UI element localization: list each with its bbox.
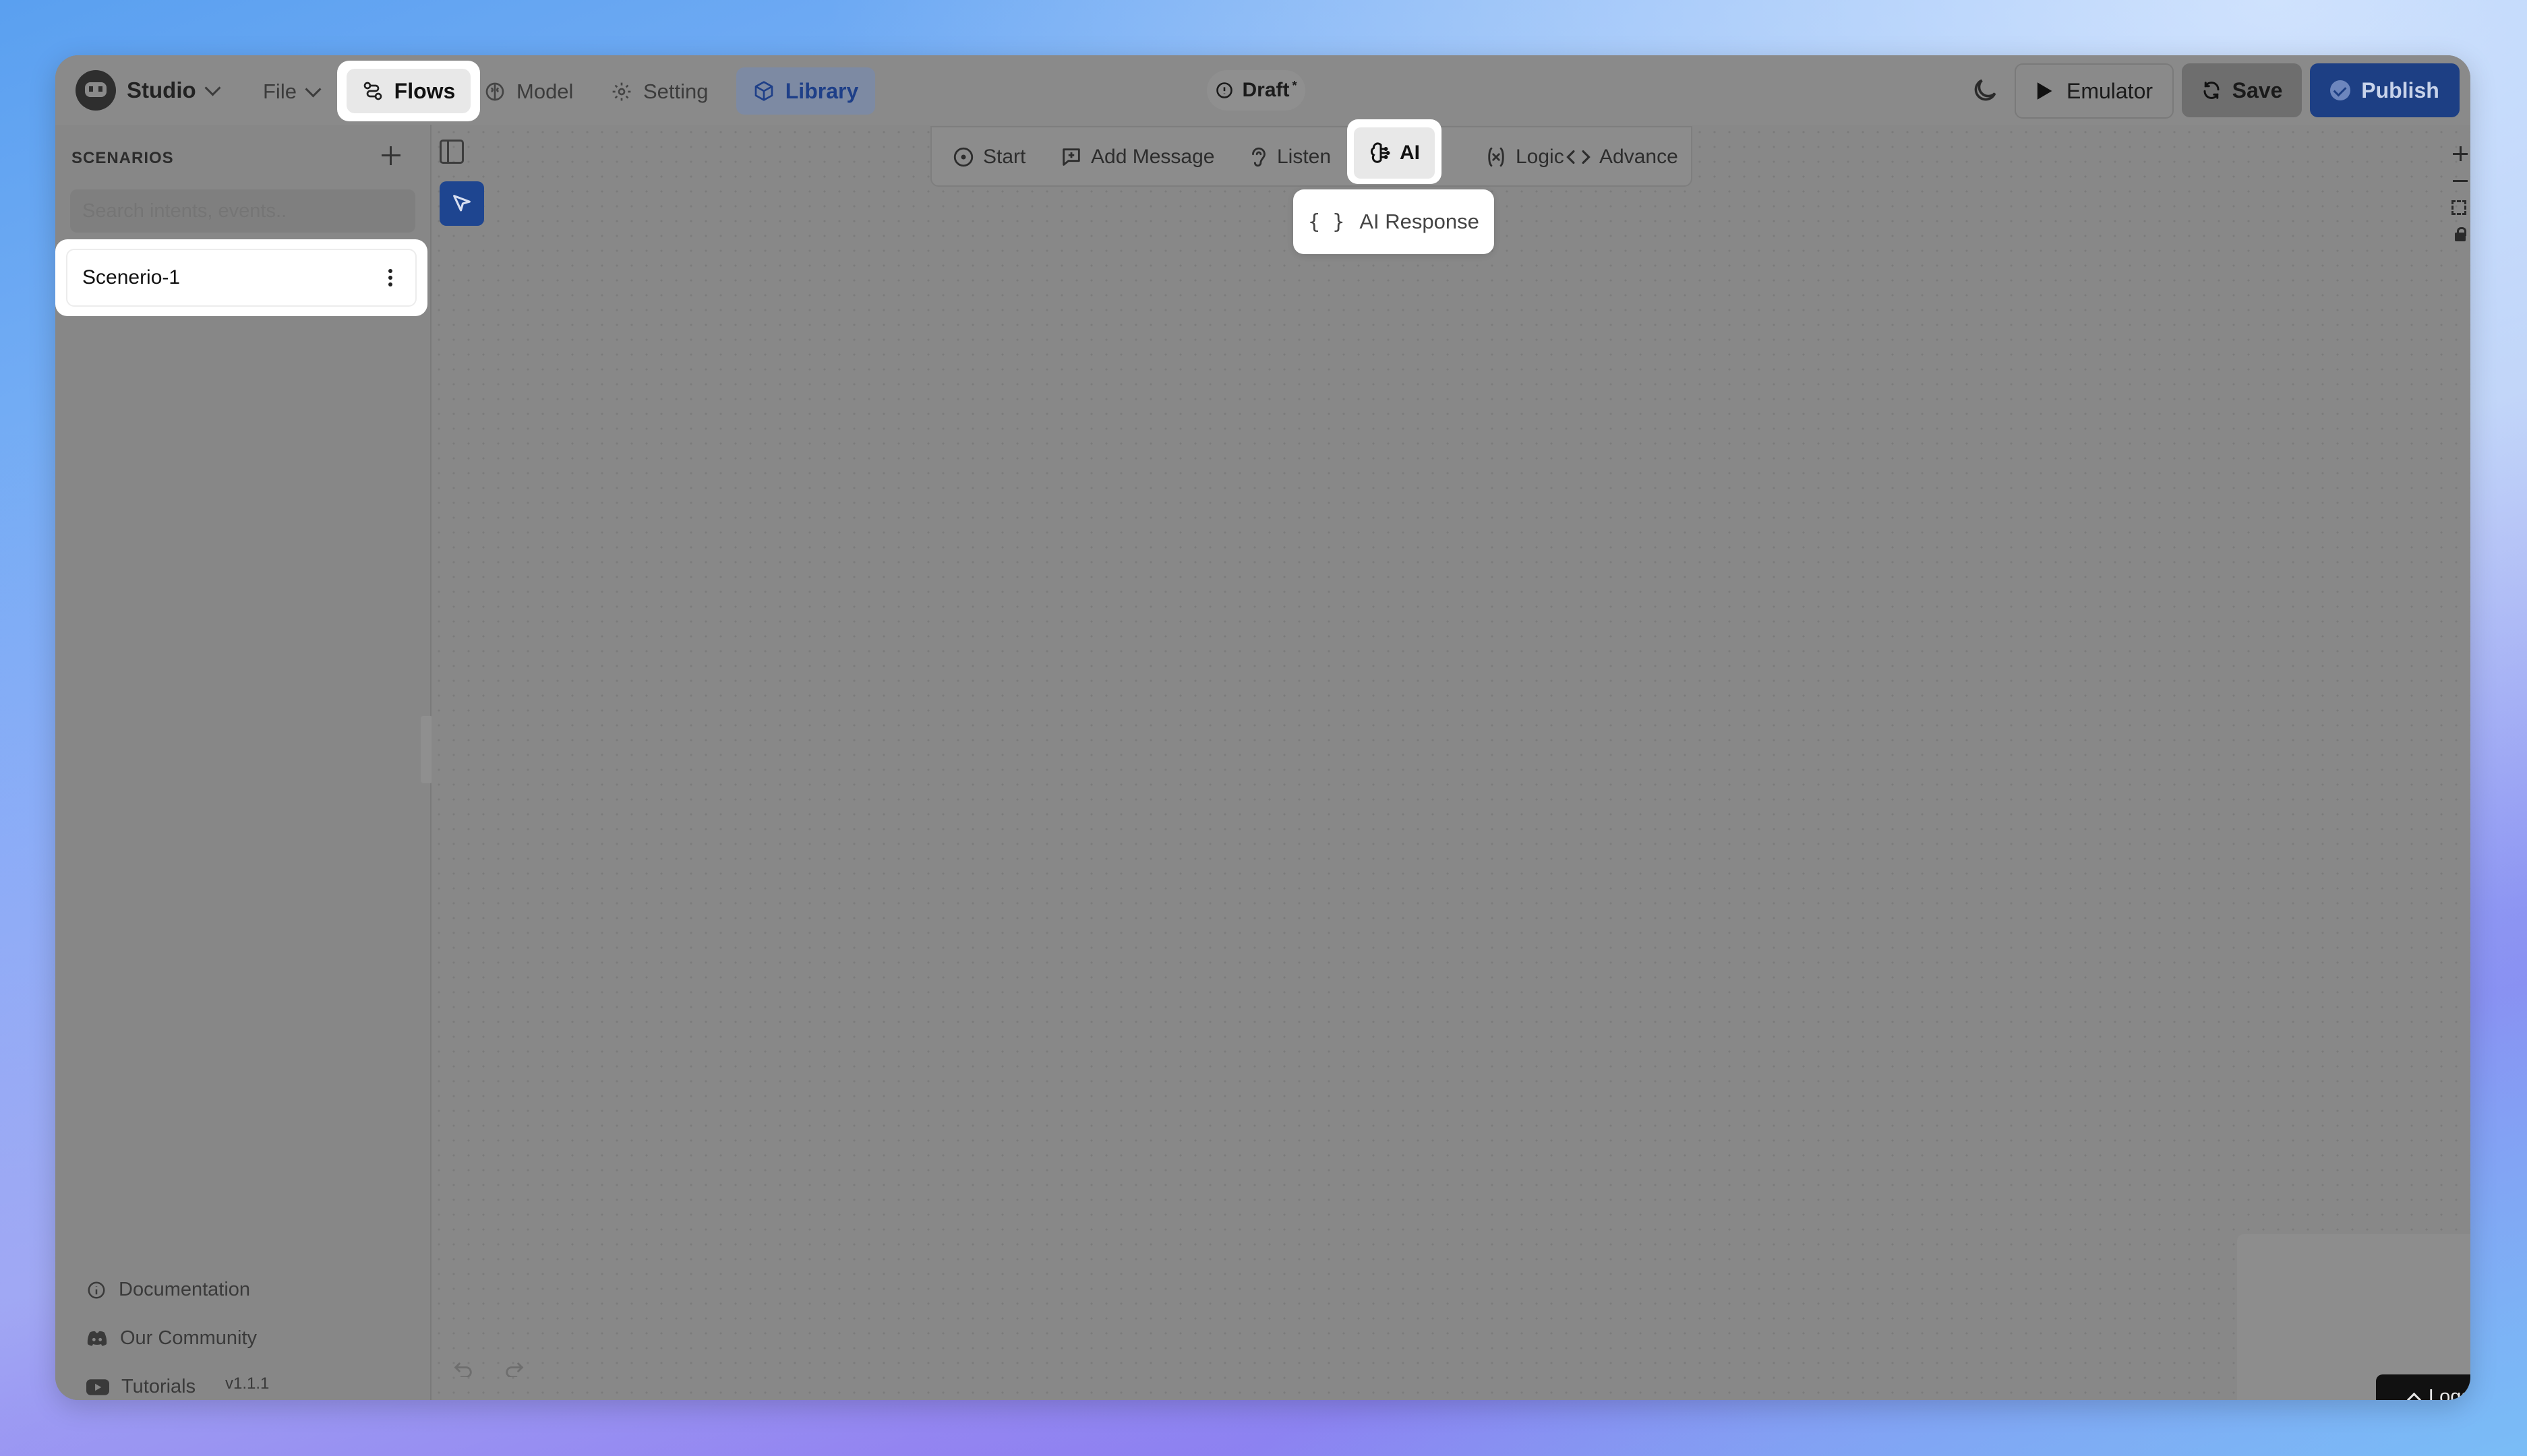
node-toolbar: Start Add Message Listen Logic Advance <box>930 126 1692 187</box>
nav-library-label: Library <box>785 78 859 103</box>
zoom-in-icon[interactable] <box>2451 145 2469 162</box>
ear-icon <box>1252 147 1266 167</box>
save-label: Save <box>2232 78 2283 102</box>
toolbar-advance-label: Advance <box>1599 146 1678 168</box>
nav-model-label: Model <box>516 80 574 103</box>
scenario-item[interactable]: Scenerio-1 <box>66 249 417 307</box>
play-icon <box>2037 82 2052 100</box>
draft-status-badge: Draft * <box>1207 70 1305 111</box>
cursor-icon <box>453 195 471 212</box>
lock-icon[interactable] <box>2451 226 2469 243</box>
nav-library[interactable]: Library <box>736 67 875 115</box>
file-menu[interactable]: File <box>263 77 322 107</box>
toolbar-start-label: Start <box>983 146 1026 168</box>
tutorials-link[interactable]: Tutorials <box>86 1376 196 1398</box>
toolbar-logic[interactable]: Logic <box>1485 140 1564 175</box>
undo-icon[interactable] <box>452 1360 475 1377</box>
info-icon <box>1216 82 1233 98</box>
search-input[interactable] <box>70 189 415 233</box>
toolbar-logic-label: Logic <box>1516 146 1564 168</box>
emulator-button[interactable]: Emulator <box>2015 63 2174 119</box>
theme-toggle[interactable] <box>1970 75 2000 105</box>
tutorials-label: Tutorials <box>121 1376 196 1397</box>
info-icon <box>88 1281 105 1298</box>
top-bar: Studio File Flows Model Setting Library … <box>55 55 2470 126</box>
select-tool-button[interactable] <box>440 181 484 226</box>
toolbar-listen-label: Listen <box>1277 146 1332 168</box>
youtube-icon <box>86 1378 109 1395</box>
app-name: Studio <box>127 78 196 102</box>
circle-dot-icon <box>953 147 974 167</box>
toolbar-ai-label: AI <box>1400 142 1420 164</box>
studio-menu[interactable]: Studio <box>76 70 221 111</box>
toolbar-add-message-label: Add Message <box>1091 146 1215 168</box>
ai-response-label: AI Response <box>1359 210 1479 233</box>
publish-button[interactable]: Publish <box>2310 63 2460 117</box>
gear-icon <box>612 82 631 101</box>
nav-setting[interactable]: Setting <box>611 77 709 107</box>
logs-button[interactable]: Logs <box>2376 1374 2470 1400</box>
draft-label: Draft <box>1242 79 1290 101</box>
nav-model[interactable]: Model <box>484 77 573 107</box>
check-circle-icon <box>2330 80 2351 100</box>
sidebar-title: SCENARIOS <box>71 149 174 167</box>
documentation-link[interactable]: Documentation <box>86 1279 250 1301</box>
community-link[interactable]: Our Community <box>86 1327 257 1349</box>
toolbar-listen[interactable]: Listen <box>1249 140 1331 175</box>
braces-icon: { } <box>1308 210 1345 234</box>
zoom-out-icon[interactable] <box>2451 172 2469 189</box>
chevron-down-icon <box>305 80 322 98</box>
fit-view-icon[interactable] <box>2451 200 2466 215</box>
nav-setting-label: Setting <box>643 80 709 103</box>
cube-icon <box>754 81 773 101</box>
moon-icon <box>1974 79 1996 101</box>
documentation-label: Documentation <box>119 1279 251 1300</box>
message-plus-icon <box>1063 148 1080 166</box>
variable-icon <box>1488 147 1504 167</box>
emulator-label: Emulator <box>2066 78 2153 103</box>
toolbar-start[interactable]: Start <box>952 140 1025 175</box>
brain-icon <box>1370 142 1390 163</box>
panel-toggle-icon[interactable] <box>440 140 464 164</box>
toolbar-ai[interactable]: AI <box>1354 127 1435 179</box>
robot-logo-icon <box>76 70 116 111</box>
version-label: v1.1.1 <box>225 1374 270 1393</box>
redo-icon[interactable] <box>503 1360 526 1377</box>
nav-flows[interactable]: Flows <box>347 69 471 113</box>
brain-icon <box>485 82 504 101</box>
add-scenario-button[interactable] <box>379 144 403 168</box>
toolbar-advance[interactable]: Advance <box>1566 140 1678 175</box>
app-window: Studio File Flows Model Setting Library … <box>55 55 2470 1400</box>
discord-icon <box>87 1331 107 1346</box>
ai-response-menu-item[interactable]: { } AI Response <box>1293 189 1494 254</box>
save-button[interactable]: Save <box>2182 63 2302 117</box>
scenarios-sidebar: SCENARIOS Scenerio-1 Documentation Our C… <box>55 125 432 1400</box>
publish-label: Publish <box>2361 78 2439 102</box>
chevron-down-icon <box>204 79 221 96</box>
flow-canvas[interactable]: Start Add Message Listen Logic Advance A <box>432 119 2470 1400</box>
chevron-up-icon <box>2406 1392 2422 1400</box>
file-menu-label: File <box>263 80 297 103</box>
toolbar-add-message[interactable]: Add Message <box>1060 140 1214 175</box>
scenario-label: Scenerio-1 <box>82 266 181 289</box>
flows-icon <box>363 82 382 100</box>
nav-flows-label: Flows <box>394 78 456 103</box>
logs-label: Logs <box>2429 1385 2470 1401</box>
refresh-icon <box>2203 82 2220 99</box>
more-vertical-icon[interactable] <box>388 269 392 273</box>
code-icon <box>1566 150 1590 164</box>
draft-marker: * <box>1292 78 1297 92</box>
community-label: Our Community <box>120 1327 258 1349</box>
